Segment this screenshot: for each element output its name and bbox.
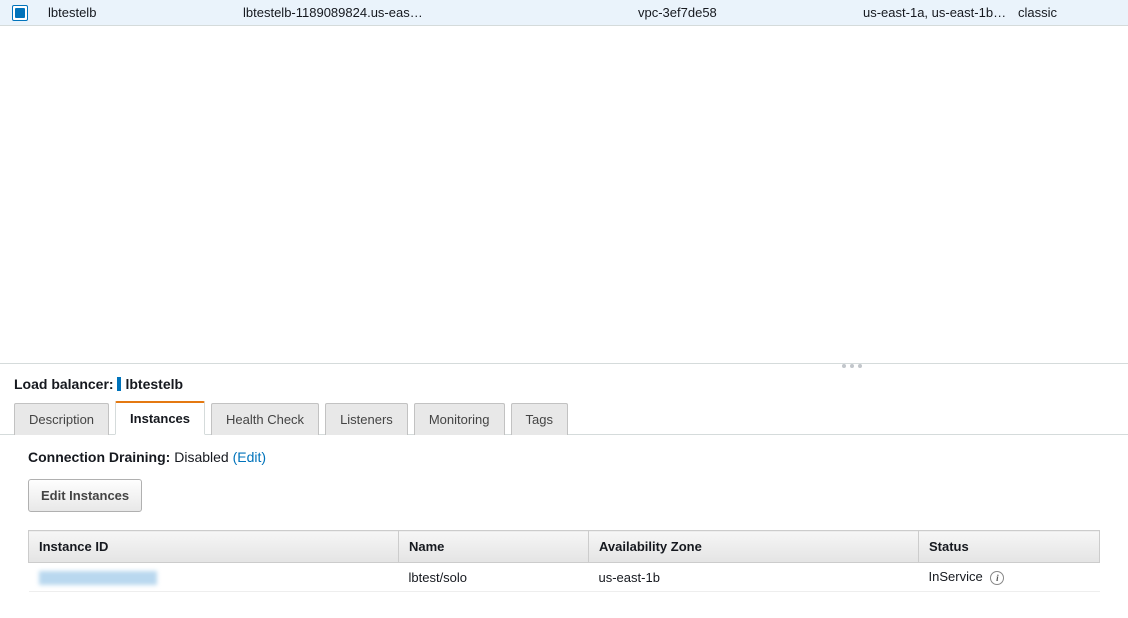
heading-lb-name: lbtestelb xyxy=(125,376,183,392)
cell-instance-id xyxy=(29,563,399,592)
connection-draining-edit-link[interactable]: (Edit) xyxy=(233,449,266,465)
load-balancer-row[interactable]: lbtestelb lbtestelb-1189089824.us-eas… v… xyxy=(0,0,1128,26)
connection-draining-row: Connection Draining: Disabled (Edit) xyxy=(28,449,1100,465)
tab-listeners[interactable]: Listeners xyxy=(325,403,408,435)
tab-tags[interactable]: Tags xyxy=(511,403,568,435)
instances-panel: Connection Draining: Disabled (Edit) Edi… xyxy=(0,435,1128,606)
heading-marker-icon xyxy=(117,377,121,391)
th-instance-id[interactable]: Instance ID xyxy=(29,531,399,563)
lb-dns-cell: lbtestelb-1189089824.us-eas… xyxy=(243,5,638,20)
cell-name: lbtest/solo xyxy=(399,563,589,592)
info-icon[interactable]: i xyxy=(990,571,1004,585)
th-status[interactable]: Status xyxy=(919,531,1100,563)
th-name[interactable]: Name xyxy=(399,531,589,563)
tab-monitoring[interactable]: Monitoring xyxy=(414,403,505,435)
lb-name-cell: lbtestelb xyxy=(48,5,243,20)
th-az[interactable]: Availability Zone xyxy=(589,531,919,563)
instances-table: Instance ID Name Availability Zone Statu… xyxy=(28,530,1100,592)
panel-resize-handle[interactable] xyxy=(842,364,862,368)
redacted-instance-id xyxy=(39,571,157,585)
detail-tabs: Description Instances Health Check Liste… xyxy=(0,400,1128,435)
cell-az: us-east-1b xyxy=(589,563,919,592)
edit-instances-button[interactable]: Edit Instances xyxy=(28,479,142,512)
tab-description[interactable]: Description xyxy=(14,403,109,435)
load-balancer-list: lbtestelb lbtestelb-1189089824.us-eas… v… xyxy=(0,0,1128,364)
heading-prefix: Load balancer: xyxy=(14,376,114,392)
lb-vpc-cell: vpc-3ef7de58 xyxy=(638,5,863,20)
tab-health-check[interactable]: Health Check xyxy=(211,403,319,435)
detail-pane-header: Load balancer: lbtestelb xyxy=(0,364,1128,400)
connection-draining-value: Disabled xyxy=(174,449,228,465)
tab-instances[interactable]: Instances xyxy=(115,401,205,435)
cell-status: InService i xyxy=(919,563,1100,592)
row-checkbox[interactable] xyxy=(12,5,28,21)
table-header-row: Instance ID Name Availability Zone Statu… xyxy=(29,531,1100,563)
lb-type-cell: classic xyxy=(1018,5,1098,20)
table-row[interactable]: lbtest/solo us-east-1b InService i xyxy=(29,563,1100,592)
lb-az-cell: us-east-1a, us-east-1b, … xyxy=(863,5,1018,20)
status-text: InService xyxy=(929,569,983,584)
connection-draining-label: Connection Draining: xyxy=(28,449,170,465)
